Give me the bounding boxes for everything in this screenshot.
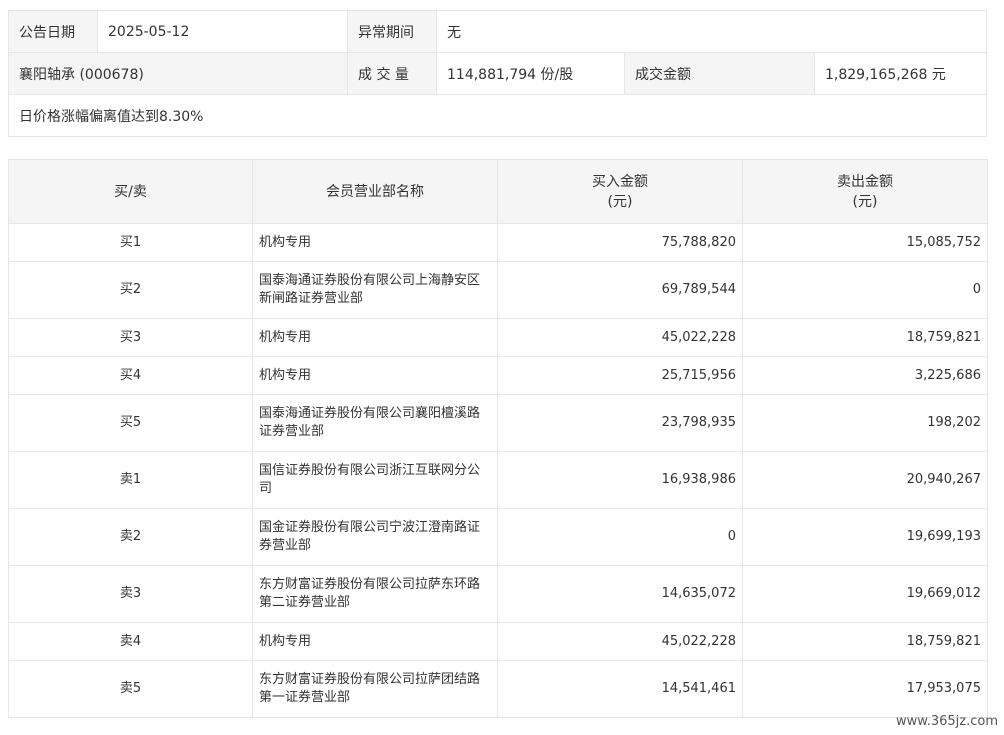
cell-sell-amount: 19,669,012 xyxy=(742,565,988,623)
cell-sell-amount: 3,225,686 xyxy=(742,356,988,395)
announcement-info-table: 公告日期 2025-05-12 异常期间 无 襄阳轴承 (000678) 成 交… xyxy=(7,10,988,137)
cell-side: 买5 xyxy=(8,394,253,452)
abnormal-reason: 日价格涨幅偏离值达到8.30% xyxy=(7,94,988,137)
cell-sell-amount: 15,085,752 xyxy=(742,223,988,262)
header-sell: 卖出金额 (元) xyxy=(742,159,988,224)
cell-sell-amount: 19,699,193 xyxy=(742,508,988,566)
cell-buy-amount: 14,635,072 xyxy=(497,565,743,623)
trading-seats-table: 买/卖 会员营业部名称 买入金额 (元) 卖出金额 (元) 买1 机构专用 75,788… xyxy=(8,159,988,718)
cell-branch-name: 机构专用 xyxy=(252,318,498,357)
cell-side: 买2 xyxy=(8,261,253,319)
cell-sell-amount: 0 xyxy=(742,261,988,319)
cell-buy-amount: 14,541,461 xyxy=(497,660,743,718)
cell-sell-amount: 17,953,075 xyxy=(742,660,988,718)
cell-buy-amount: 75,788,820 xyxy=(497,223,743,262)
cell-branch-name: 国泰海通证券股份有限公司襄阳檀溪路证券营业部 xyxy=(252,394,498,452)
cell-branch-name: 机构专用 xyxy=(252,356,498,395)
cell-buy-amount: 25,715,956 xyxy=(497,356,743,395)
table-row: 卖4 机构专用 45,022,228 18,759,821 xyxy=(8,622,988,661)
cell-sell-amount: 198,202 xyxy=(742,394,988,452)
cell-buy-amount: 23,798,935 xyxy=(497,394,743,452)
cell-side: 卖5 xyxy=(8,660,253,718)
stock-name: 襄阳轴承 (000678) xyxy=(8,52,348,95)
volume-label: 成 交 量 xyxy=(347,52,437,95)
header-buy: 买入金额 (元) xyxy=(497,159,743,224)
cell-buy-amount: 45,022,228 xyxy=(497,622,743,661)
cell-side: 卖2 xyxy=(8,508,253,566)
cell-branch-name: 机构专用 xyxy=(252,223,498,262)
table-row: 买1 机构专用 75,788,820 15,085,752 xyxy=(8,223,988,262)
table-header-row: 买/卖 会员营业部名称 买入金额 (元) 卖出金额 (元) xyxy=(8,159,988,224)
announce-date-label: 公告日期 xyxy=(8,10,98,53)
volume-value: 114,881,794 份/股 xyxy=(436,52,625,95)
cell-sell-amount: 18,759,821 xyxy=(742,622,988,661)
cell-buy-amount: 16,938,986 xyxy=(497,451,743,509)
cell-branch-name: 机构专用 xyxy=(252,622,498,661)
cell-side: 卖1 xyxy=(8,451,253,509)
cell-side: 卖4 xyxy=(8,622,253,661)
abnormal-period-label: 异常期间 xyxy=(347,10,437,53)
table-row: 卖1 国信证券股份有限公司浙江互联网分公司 16,938,986 20,940,267 xyxy=(8,451,988,509)
table-row: 买2 国泰海通证券股份有限公司上海静安区新闸路证券营业部 69,789,544 0 xyxy=(8,261,988,319)
cell-buy-amount: 69,789,544 xyxy=(497,261,743,319)
table-row: 卖2 国金证券股份有限公司宁波江澄南路证券营业部 0 19,699,193 xyxy=(8,508,988,566)
cell-buy-amount: 0 xyxy=(497,508,743,566)
cell-branch-name: 东方财富证券股份有限公司拉萨团结路第一证券营业部 xyxy=(252,660,498,718)
amount-label: 成交金额 xyxy=(624,52,815,95)
table-row: 买3 机构专用 45,022,228 18,759,821 xyxy=(8,318,988,357)
announce-date-value: 2025-05-12 xyxy=(97,10,348,53)
table-row: 卖5 东方财富证券股份有限公司拉萨团结路第一证券营业部 14,541,461 17,9… xyxy=(8,660,988,718)
abnormal-period-value: 无 xyxy=(435,10,988,53)
cell-branch-name: 国金证券股份有限公司宁波江澄南路证券营业部 xyxy=(252,508,498,566)
header-name: 会员营业部名称 xyxy=(252,159,498,224)
amount-value: 1,829,165,268 元 xyxy=(813,52,988,95)
cell-side: 买4 xyxy=(8,356,253,395)
table-row: 买4 机构专用 25,715,956 3,225,686 xyxy=(8,356,988,395)
header-side: 买/卖 xyxy=(8,159,253,224)
cell-sell-amount: 18,759,821 xyxy=(742,318,988,357)
cell-sell-amount: 20,940,267 xyxy=(742,451,988,509)
cell-side: 买3 xyxy=(8,318,253,357)
table-row: 买5 国泰海通证券股份有限公司襄阳檀溪路证券营业部 23,798,935 198,20… xyxy=(8,394,988,452)
table-row: 卖3 东方财富证券股份有限公司拉萨东环路第二证券营业部 14,635,072 19,6… xyxy=(8,565,988,623)
site-watermark: www.365jz.com xyxy=(896,714,998,729)
cell-branch-name: 国泰海通证券股份有限公司上海静安区新闸路证券营业部 xyxy=(252,261,498,319)
cell-side: 买1 xyxy=(8,223,253,262)
cell-branch-name: 国信证券股份有限公司浙江互联网分公司 xyxy=(252,451,498,509)
cell-side: 卖3 xyxy=(8,565,253,623)
cell-buy-amount: 45,022,228 xyxy=(497,318,743,357)
cell-branch-name: 东方财富证券股份有限公司拉萨东环路第二证券营业部 xyxy=(252,565,498,623)
